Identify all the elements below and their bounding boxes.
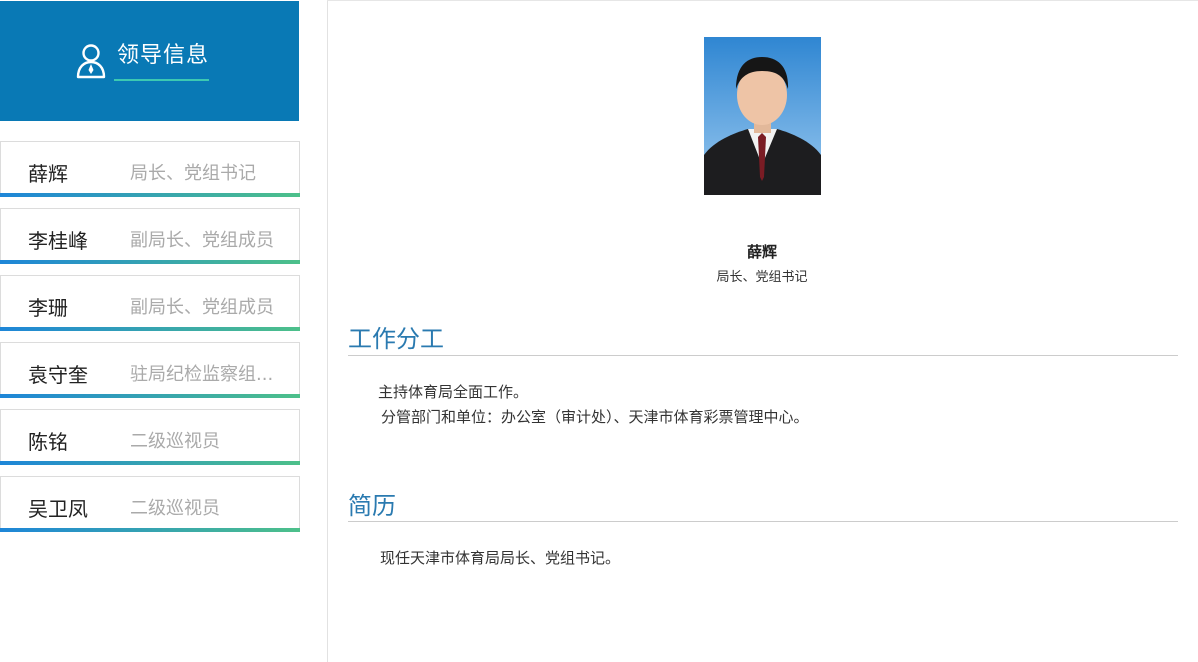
leader-list: 薛辉 局长、党组书记 李桂峰 副局长、党组成员 李珊 副局长、党组成员 袁守奎 … bbox=[0, 141, 300, 543]
title-underline bbox=[114, 79, 209, 81]
leader-title: 二级巡视员 bbox=[130, 431, 220, 452]
duties-heading: 工作分工 bbox=[348, 325, 444, 353]
leader-name: 李桂峰 bbox=[28, 229, 88, 253]
leader-name: 袁守奎 bbox=[28, 363, 88, 387]
profile-title: 局长、党组书记 bbox=[716, 270, 808, 285]
leader-item[interactable]: 陈铭 二级巡视员 bbox=[0, 409, 300, 465]
duties-text-line2: 分管部门和单位：办公室（审计处）、天津市体育彩票管理中心。 bbox=[381, 408, 809, 426]
leader-name: 吴卫凤 bbox=[28, 497, 88, 521]
duties-text-line1: 主持体育局全面工作。 bbox=[378, 383, 529, 401]
leader-item[interactable]: 吴卫凤 二级巡视员 bbox=[0, 476, 300, 532]
leader-item[interactable]: 李珊 副局长、党组成员 bbox=[0, 275, 300, 331]
resume-heading: 简历 bbox=[348, 492, 396, 520]
content-divider bbox=[327, 0, 328, 662]
sidebar-title: 领导信息 bbox=[117, 43, 210, 68]
leader-title: 驻局纪检监察组... bbox=[130, 364, 274, 385]
leader-title: 局长、党组书记 bbox=[130, 163, 256, 184]
content-top-border bbox=[327, 0, 1198, 1]
leader-title: 副局长、党组成员 bbox=[130, 297, 274, 318]
duties-divider bbox=[348, 355, 1178, 356]
leader-item[interactable]: 薛辉 局长、党组书记 bbox=[0, 141, 300, 197]
leader-item[interactable]: 李桂峰 副局长、党组成员 bbox=[0, 208, 300, 264]
leader-title: 副局长、党组成员 bbox=[130, 230, 274, 251]
resume-divider bbox=[348, 521, 1178, 522]
leader-name: 薛辉 bbox=[28, 162, 68, 186]
profile-name: 薛辉 bbox=[746, 243, 777, 261]
user-icon bbox=[76, 44, 106, 79]
leader-name: 李珊 bbox=[28, 296, 68, 320]
sidebar: 领导信息 薛辉 局长、党组书记 李桂峰 副局长、党组成员 李珊 副局长、党组成员… bbox=[0, 0, 300, 662]
sidebar-header: 领导信息 bbox=[0, 1, 299, 121]
resume-text: 现任天津市体育局局长、党组书记。 bbox=[380, 549, 621, 567]
leader-name: 陈铭 bbox=[28, 430, 68, 454]
leader-title: 二级巡视员 bbox=[130, 498, 220, 519]
profile-photo bbox=[704, 37, 821, 195]
leader-item[interactable]: 袁守奎 驻局纪检监察组... bbox=[0, 342, 300, 398]
